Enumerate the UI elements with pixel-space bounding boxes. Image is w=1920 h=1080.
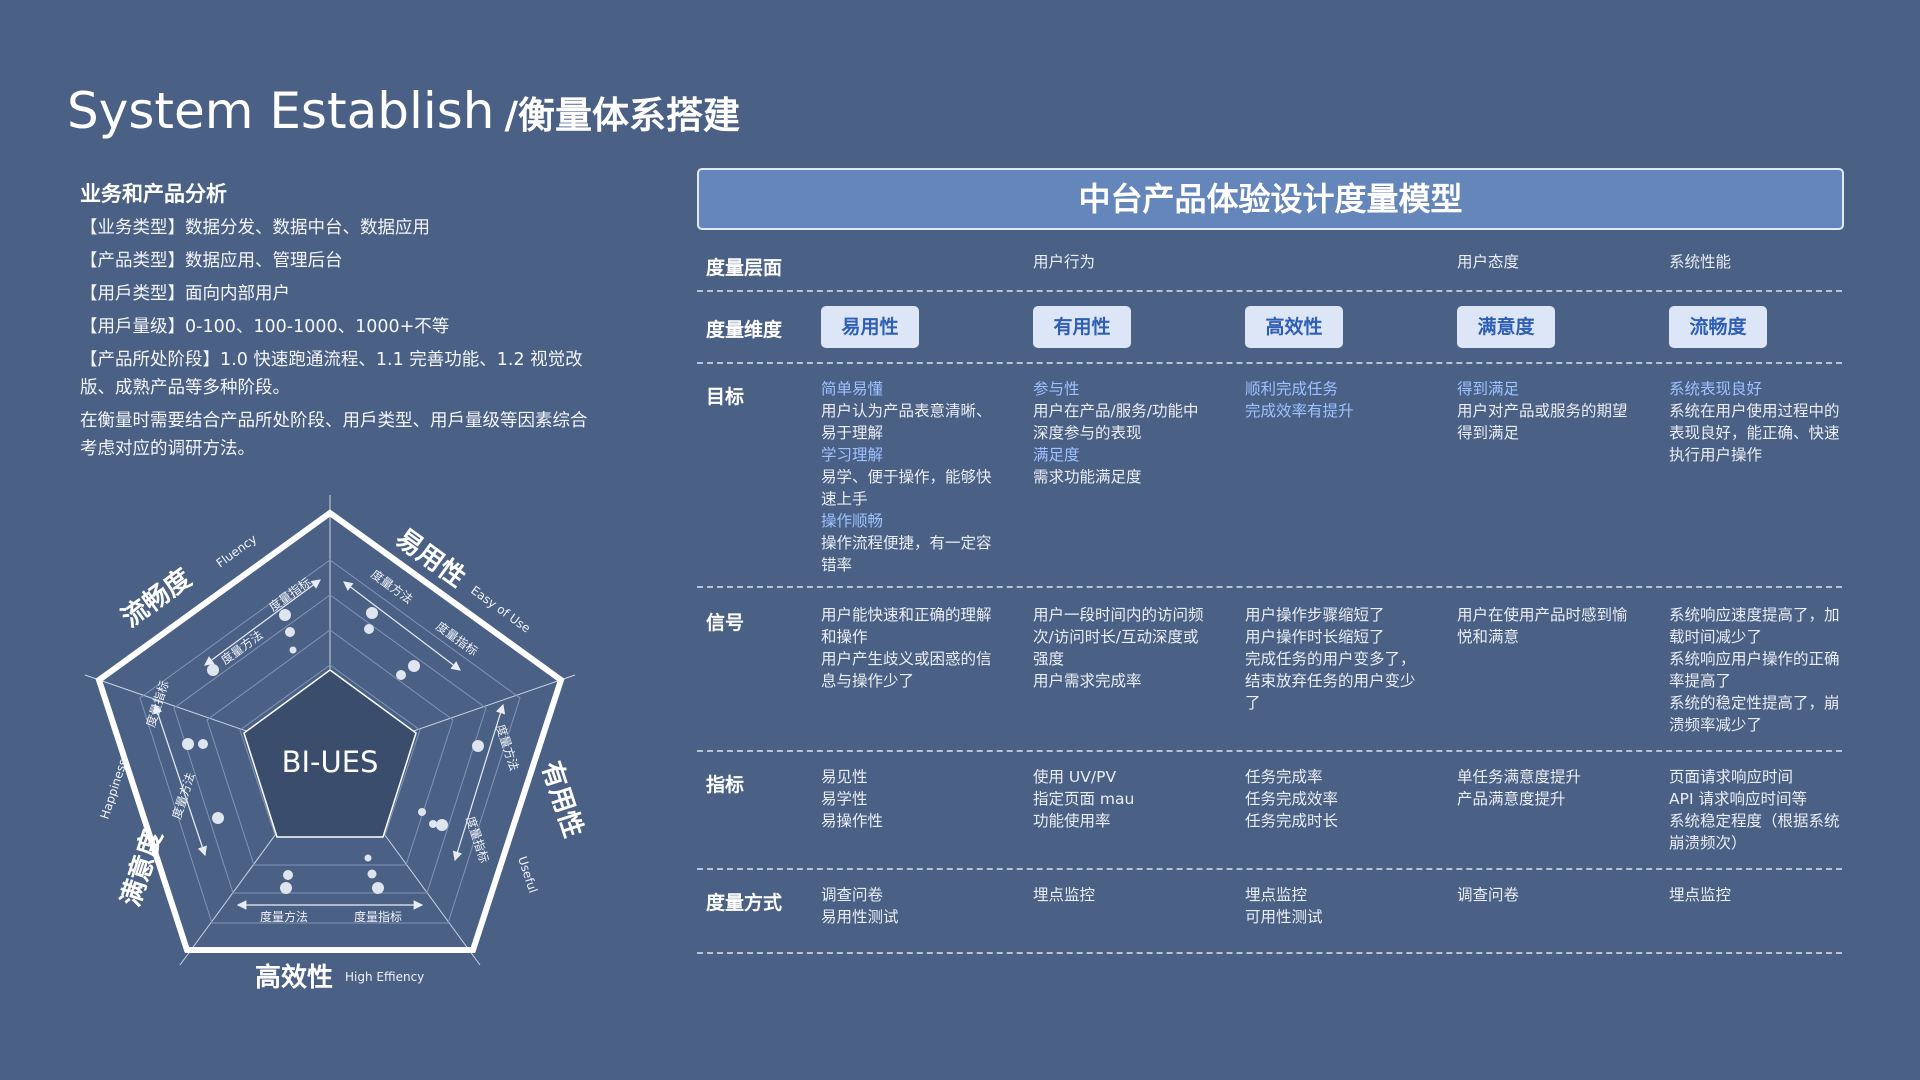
method-cell: 埋点监控 xyxy=(1033,886,1096,904)
goal-desc: 需求功能满足度 xyxy=(1033,468,1142,486)
method-cell: 埋点监控 可用性测试 xyxy=(1245,886,1323,926)
radar-diagram: BI-UES 度量方法 度量指标 度量方法 度量指标 度量方法 度量指标 度量方… xyxy=(84,495,588,993)
goal-title: 完成效率有提升 xyxy=(1245,402,1354,420)
analysis-line: 【用戶类型】面向内部用户 xyxy=(80,284,290,304)
table-row: 指标 易见性 易学性 易操作性 使用 UV/PV 指定页面 mau 功能使用率 … xyxy=(697,752,1842,870)
goal-title: 顺利完成任务 xyxy=(1245,380,1339,398)
analysis-line: 【用戶量级】0-100、100-1000、1000+不等 xyxy=(80,317,450,337)
radar-method-label: 度量方法 xyxy=(169,771,198,821)
method-cell: 埋点监控 xyxy=(1669,886,1732,904)
goal-desc: 操作流程便捷，有一定容错率 xyxy=(821,534,992,574)
goal-title: 参与性 xyxy=(1033,380,1080,398)
metric-cell: 页面请求响应时间 API 请求响应时间等 系统稳定程度（根据系统崩溃频次） xyxy=(1669,768,1840,852)
dimension-pill: 高效性 xyxy=(1245,306,1343,348)
goal-title: 得到满足 xyxy=(1457,380,1520,398)
radar-dim-en: Fluency xyxy=(214,532,260,571)
goal-desc: 用户在产品/服务/功能中深度参与的表现 xyxy=(1033,402,1199,442)
radar-metric-label: 度量指标 xyxy=(463,814,492,864)
radar-center-label: BI-UES xyxy=(282,745,379,779)
analysis-panel: 业务和产品分析 【业务类型】数据分发、数据中台、数据应用 【产品类型】数据应用、… xyxy=(80,178,600,468)
goal-cell: 得到满足 用户对产品或服务的期望得到满足 xyxy=(1457,378,1637,444)
metric-cell: 任务完成率 任务完成效率 任务完成时长 xyxy=(1245,768,1339,830)
title-main: System Establish xyxy=(67,82,495,140)
dimension-pill: 有用性 xyxy=(1033,306,1131,348)
level-behavior: 用户行为 xyxy=(1033,253,1096,271)
radar-dim-en: Useful xyxy=(515,855,540,895)
table-row: 信号 用户能快速和正确的理解和操作 用户产生歧义或困惑的信息与操作少了 用户一段… xyxy=(697,588,1842,752)
page-title: System Establish/衡量体系搭建 xyxy=(67,82,740,140)
metric-cell: 单任务满意度提升 产品满意度提升 xyxy=(1457,768,1582,808)
radar-method-label: 度量方法 xyxy=(493,722,522,772)
row-label: 指标 xyxy=(706,774,745,796)
analysis-line: 【产品类型】数据应用、管理后台 xyxy=(80,251,343,271)
radar-metric-label: 度量指标 xyxy=(354,909,402,924)
table-row: 度量维度 易用性 有用性 高效性 满意度 流畅度 xyxy=(697,292,1842,364)
radar-dim-label: 高效性 xyxy=(255,962,333,993)
signal-cell: 用户能快速和正确的理解和操作 用户产生歧义或困惑的信息与操作少了 xyxy=(821,606,992,690)
table-row: 目标 简单易懂 用户认为产品表意清晰、易于理解 学习理解 易学、便于操作，能够快… xyxy=(697,364,1842,588)
analysis-line: 【业务类型】数据分发、数据中台、数据应用 xyxy=(80,218,430,238)
signal-cell: 用户一段时间内的访问频次/访问时长/互动深度或强度 用户需求完成率 xyxy=(1033,606,1204,690)
goal-desc: 易学、便于操作，能够快速上手 xyxy=(821,468,992,508)
row-label: 目标 xyxy=(706,386,745,408)
level-performance: 系统性能 xyxy=(1669,253,1732,271)
radar-dim-en: High Effiency xyxy=(345,970,424,984)
goal-title: 简单易懂 xyxy=(821,380,884,398)
row-label: 度量方式 xyxy=(706,892,783,914)
radar-dim-label: 有用性 xyxy=(535,758,588,841)
row-label: 度量层面 xyxy=(706,257,783,279)
goal-desc: 用户对产品或服务的期望得到满足 xyxy=(1457,402,1628,442)
radar-dim-label: 流畅度 xyxy=(116,563,197,634)
analysis-line: 【产品所处阶段】1.0 快速跑通流程、1.1 完善功能、1.2 视觉改版、成熟产… xyxy=(80,350,583,398)
dimension-pill: 易用性 xyxy=(821,306,919,348)
radar-dim-en: Easy of Use xyxy=(468,583,533,635)
goal-title: 操作顺畅 xyxy=(821,512,884,530)
analysis-line: 在衡量时需要结合产品所处阶段、用戶类型、用戶量级等因素综合考虑对应的调研方法。 xyxy=(80,411,588,459)
model-title: 中台产品体验设计度量模型 xyxy=(697,168,1844,230)
goal-cell: 顺利完成任务 完成效率有提升 xyxy=(1245,378,1425,422)
goal-desc: 用户认为产品表意清晰、易于理解 xyxy=(821,402,992,442)
goal-title: 系统表现良好 xyxy=(1669,380,1763,398)
signal-cell: 系统响应速度提高了，加载时间减少了 系统响应用户操作的正确率提高了 系统的稳定性… xyxy=(1669,606,1840,734)
goal-title: 学习理解 xyxy=(821,446,884,464)
level-attitude: 用户态度 xyxy=(1457,253,1520,271)
goal-cell: 参与性 用户在产品/服务/功能中深度参与的表现 满足度 需求功能满足度 xyxy=(1033,378,1213,488)
goal-desc: 系统在用户使用过程中的表现良好，能正确、快速执行用户操作 xyxy=(1669,402,1840,464)
method-cell: 调查问卷 xyxy=(1457,886,1520,904)
goal-cell: 系统表现良好 系统在用户使用过程中的表现良好，能正确、快速执行用户操作 xyxy=(1669,378,1849,466)
title-sub: /衡量体系搭建 xyxy=(504,94,741,137)
radar-metric-label: 度量指标 xyxy=(266,574,314,614)
signal-cell: 用户操作步骤缩短了 用户操作时长缩短了 完成任务的用户变多了，结束放弃任务的用户… xyxy=(1245,606,1416,712)
analysis-heading: 业务和产品分析 xyxy=(80,182,227,206)
goal-cell: 简单易懂 用户认为产品表意清晰、易于理解 学习理解 易学、便于操作，能够快速上手… xyxy=(821,378,1001,576)
model-table: 度量层面 用户行为 用户态度 系统性能 度量维度 易用性 有用性 高效性 满意度… xyxy=(697,238,1842,954)
method-cell: 调查问卷 易用性测试 xyxy=(821,886,899,926)
radar-method-label: 度量方法 xyxy=(260,909,308,924)
row-label: 信号 xyxy=(706,612,745,634)
dimension-pill: 满意度 xyxy=(1457,306,1555,348)
metric-cell: 使用 UV/PV 指定页面 mau 功能使用率 xyxy=(1033,768,1135,830)
row-label: 度量维度 xyxy=(706,319,783,341)
goal-title: 满足度 xyxy=(1033,446,1080,464)
dimension-pill: 流畅度 xyxy=(1669,306,1767,348)
signal-cell: 用户在使用产品时感到愉悦和满意 xyxy=(1457,606,1628,646)
table-row: 度量层面 用户行为 用户态度 系统性能 xyxy=(697,238,1842,292)
metric-cell: 易见性 易学性 易操作性 xyxy=(821,768,884,830)
radar-dim-en: Happiness xyxy=(98,757,131,821)
table-row: 度量方式 调查问卷 易用性测试 埋点监控 埋点监控 可用性测试 调查问卷 埋点监… xyxy=(697,870,1842,954)
